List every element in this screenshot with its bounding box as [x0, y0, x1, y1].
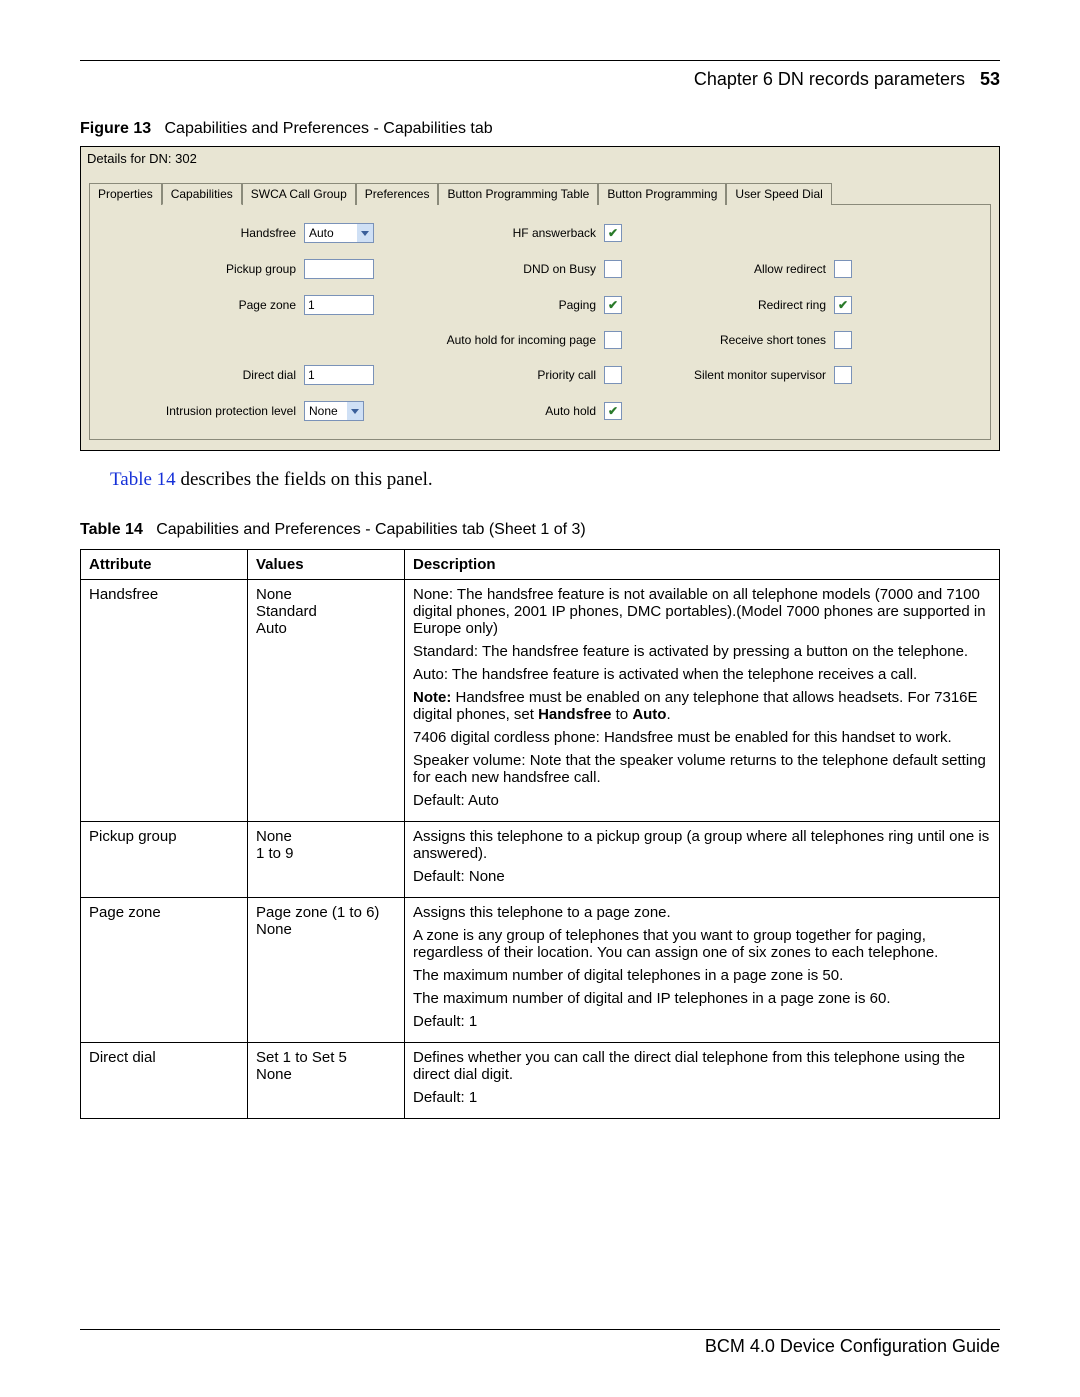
- dn-details-panel: Details for DN: 302 Properties Capabilit…: [80, 146, 1000, 451]
- hf-answerback-checkbox[interactable]: ✔: [604, 224, 622, 242]
- table-row: HandsfreeNoneStandardAutoNone: The hands…: [81, 580, 1000, 822]
- cell-values: Set 1 to Set 5None: [248, 1043, 405, 1119]
- priority-call-checkbox[interactable]: [604, 366, 622, 384]
- cell-attribute: Direct dial: [81, 1043, 248, 1119]
- table-row: Pickup groupNone1 to 9Assigns this telep…: [81, 822, 1000, 898]
- cell-values: Page zone (1 to 6)None: [248, 898, 405, 1043]
- pickup-group-input[interactable]: [304, 259, 374, 279]
- priority-call-label: Priority call: [394, 368, 604, 382]
- auto-hold-label: Auto hold: [394, 404, 604, 418]
- page-zone-label: Page zone: [104, 298, 304, 312]
- figure-caption-text: Capabilities and Preferences - Capabilit…: [164, 120, 492, 137]
- paging-checkbox[interactable]: ✔: [604, 296, 622, 314]
- intrusion-label: Intrusion protection level: [104, 404, 304, 418]
- panel-title: Details for DN: 302: [81, 147, 999, 170]
- allow-redirect-checkbox[interactable]: [834, 260, 852, 278]
- dnd-busy-label: DND on Busy: [394, 262, 604, 276]
- redirect-ring-label: Redirect ring: [644, 298, 834, 312]
- direct-dial-label: Direct dial: [104, 368, 304, 382]
- cell-description: Assigns this telephone to a page zone.A …: [405, 898, 1000, 1043]
- page-zone-input[interactable]: 1: [304, 295, 374, 315]
- footer-text: BCM 4.0 Device Configuration Guide: [80, 1336, 1000, 1357]
- allow-redirect-label: Allow redirect: [644, 262, 834, 276]
- table-label: Table 14: [80, 521, 143, 538]
- table-caption-text: Capabilities and Preferences - Capabilit…: [156, 521, 586, 538]
- pickup-group-label: Pickup group: [104, 262, 304, 276]
- auto-hold-incoming-checkbox[interactable]: [604, 331, 622, 349]
- receive-short-tones-checkbox[interactable]: [834, 331, 852, 349]
- cell-attribute: Page zone: [81, 898, 248, 1043]
- tab-preferences[interactable]: Preferences: [356, 183, 439, 205]
- cell-description: Defines whether you can call the direct …: [405, 1043, 1000, 1119]
- chapter-title: Chapter 6 DN records parameters: [694, 69, 965, 89]
- tab-button-programming-table[interactable]: Button Programming Table: [438, 183, 598, 205]
- figure-caption: Figure 13 Capabilities and Preferences -…: [80, 120, 1000, 138]
- chapter-header: Chapter 6 DN records parameters 53: [80, 69, 1000, 90]
- cell-description: Assigns this telephone to a pickup group…: [405, 822, 1000, 898]
- capabilities-table: Attribute Values Description HandsfreeNo…: [80, 549, 1000, 1119]
- auto-hold-incoming-label: Auto hold for incoming page: [394, 333, 604, 347]
- table-row: Page zonePage zone (1 to 6)NoneAssigns t…: [81, 898, 1000, 1043]
- tab-button-programming[interactable]: Button Programming: [598, 183, 726, 205]
- hf-answerback-label: HF answerback: [394, 226, 604, 240]
- handsfree-label: Handsfree: [104, 226, 304, 240]
- page-number: 53: [980, 69, 1000, 89]
- dnd-busy-checkbox[interactable]: [604, 260, 622, 278]
- redirect-ring-checkbox[interactable]: ✔: [834, 296, 852, 314]
- table-row: Direct dialSet 1 to Set 5NoneDefines whe…: [81, 1043, 1000, 1119]
- silent-monitor-checkbox[interactable]: [834, 366, 852, 384]
- th-description: Description: [405, 550, 1000, 580]
- auto-hold-checkbox[interactable]: ✔: [604, 402, 622, 420]
- receive-short-tones-label: Receive short tones: [644, 333, 834, 347]
- silent-monitor-label: Silent monitor supervisor: [644, 368, 834, 382]
- handsfree-value: Auto: [305, 226, 338, 240]
- direct-dial-input[interactable]: 1: [304, 365, 374, 385]
- cell-attribute: Pickup group: [81, 822, 248, 898]
- cell-values: NoneStandardAuto: [248, 580, 405, 822]
- figure-description-rest: describes the fields on this panel.: [176, 469, 433, 490]
- th-values: Values: [248, 550, 405, 580]
- chevron-down-icon: [347, 402, 363, 420]
- cell-description: None: The handsfree feature is not avail…: [405, 580, 1000, 822]
- intrusion-select[interactable]: None: [304, 401, 364, 421]
- chevron-down-icon: [357, 224, 373, 242]
- figure-description: Table 14 describes the fields on this pa…: [110, 469, 1000, 491]
- table-link[interactable]: Table 14: [110, 469, 176, 490]
- tab-user-speed-dial[interactable]: User Speed Dial: [726, 183, 831, 205]
- handsfree-select[interactable]: Auto: [304, 223, 374, 243]
- th-attribute: Attribute: [81, 550, 248, 580]
- cell-values: None1 to 9: [248, 822, 405, 898]
- tab-body: Handsfree Auto HF answerback ✔ Pickup gr…: [89, 204, 991, 440]
- tab-bar: Properties Capabilities SWCA Call Group …: [81, 182, 999, 204]
- tab-swca-call-group[interactable]: SWCA Call Group: [242, 183, 356, 205]
- tab-capabilities[interactable]: Capabilities: [162, 183, 242, 205]
- tab-properties[interactable]: Properties: [89, 183, 162, 205]
- table-caption: Table 14 Capabilities and Preferences - …: [80, 521, 1000, 539]
- paging-label: Paging: [394, 298, 604, 312]
- figure-label: Figure 13: [80, 120, 151, 137]
- cell-attribute: Handsfree: [81, 580, 248, 822]
- intrusion-value: None: [305, 404, 342, 418]
